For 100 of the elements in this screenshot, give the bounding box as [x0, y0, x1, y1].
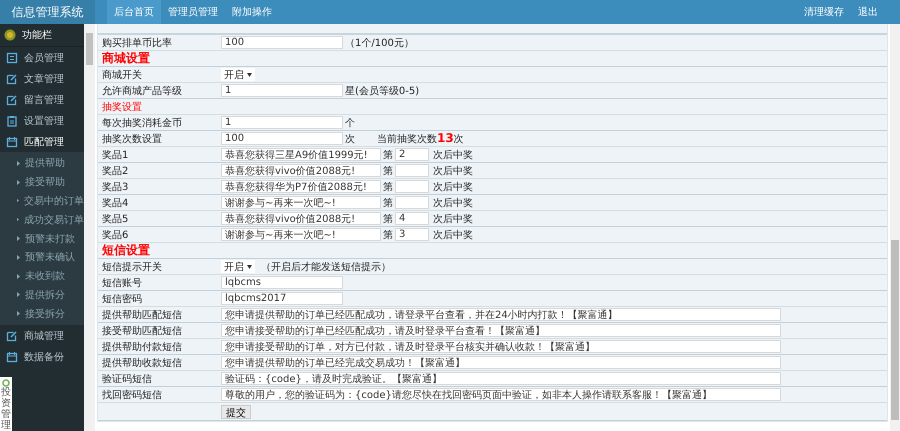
field-label: 提供帮助匹配短信	[102, 308, 183, 322]
avatar-icon	[4, 29, 16, 41]
edit-icon	[6, 330, 18, 342]
edit-icon	[6, 72, 18, 84]
field-label: 接受帮助匹配短信	[102, 324, 183, 338]
field-label: 提供帮助收款短信	[102, 356, 183, 370]
field-label: 奖品2	[102, 164, 130, 178]
field-hint: 次后中奖	[433, 164, 473, 178]
submenu-item[interactable]: 未收到款	[0, 266, 84, 286]
message-field[interactable]: 尊敬的用户，您的验证码为：{code}请您尽快在找回密码页面中验证，如非本人操作请联系客服！【聚富通】	[221, 388, 781, 401]
nav-tab[interactable]: 管理员管理	[161, 0, 225, 24]
field-label: 提供帮助付款短信	[102, 340, 183, 354]
caret-icon	[17, 311, 20, 316]
calendar-icon	[6, 350, 18, 363]
field-label: 商城开关	[102, 68, 143, 82]
message-field[interactable]: 您申请接受帮助的订单已经匹配成功，请及时登录平台查看！【聚富通】	[221, 324, 781, 337]
caret-icon	[17, 274, 20, 279]
ring-icon	[2, 379, 10, 387]
caret-icon	[247, 72, 252, 76]
input-field[interactable]: 恭喜您获得vivo价值2088元!	[221, 164, 381, 177]
sidebar-item[interactable]: 留言管理	[0, 89, 84, 110]
message-field[interactable]: 您申请接受帮助的订单，对方已付款，请及时登录平台核实并确认收款！【聚富通】	[221, 340, 781, 353]
field-label: 抽奖次数设置	[102, 132, 163, 146]
select-field[interactable]: 开启	[221, 68, 255, 81]
field-hint: 次后中奖	[433, 148, 473, 162]
input-field[interactable]: 恭喜您获得华为P7价值2088元!	[221, 180, 381, 193]
field-label: 短信账号	[102, 276, 143, 290]
submenu-item[interactable]: 接受帮助	[0, 172, 84, 192]
input-field[interactable]: 1	[221, 116, 343, 129]
caret-icon	[17, 198, 19, 204]
count-field[interactable]: 4	[395, 212, 429, 225]
input-field[interactable]: 100	[221, 36, 343, 49]
scrollbar-thumb[interactable]	[891, 240, 899, 420]
input-field[interactable]: 谢谢参与~再来一次吧~!	[221, 196, 381, 209]
caret-icon	[17, 236, 20, 242]
input-field[interactable]: lqbcms	[221, 276, 343, 289]
submenu-item[interactable]: 预警未打款	[0, 229, 84, 248]
input-field[interactable]: 谢谢参与~再来一次吧~!	[221, 228, 381, 241]
submit-button[interactable]: 提交	[221, 404, 251, 418]
input-field[interactable]: 恭喜您获得三星A9价值1999元!	[221, 148, 381, 161]
calendar-icon	[6, 136, 18, 148]
header-link[interactable]: 清理缓存	[804, 5, 844, 19]
field-hint: （1个/100元）	[345, 36, 414, 50]
sidebar-item[interactable]: 数据备份	[0, 346, 84, 368]
sidebar-item[interactable]: 匹配管理	[0, 131, 84, 152]
caret-icon	[247, 264, 252, 268]
field-label: 找回密码短信	[102, 388, 163, 402]
field-hint: 第	[383, 196, 393, 210]
count-field[interactable]: 2	[395, 148, 429, 161]
submenu-item[interactable]: 交易中的订单	[0, 192, 84, 210]
field-hint: （开启后才能发送短信提示）	[261, 260, 391, 274]
field-label: 奖品1	[102, 148, 130, 162]
submenu-item[interactable]: 提供拆分	[0, 286, 84, 304]
field-label: 购买排单币比率	[102, 36, 173, 50]
scrollbar-thumb[interactable]	[86, 33, 93, 65]
field-label: 短信提示开关	[102, 260, 163, 274]
submenu-item[interactable]: 提供帮助	[0, 154, 84, 173]
message-field[interactable]: 您申请提供帮助的订单已经完成交易成功！【聚富通】	[221, 356, 781, 369]
scrollbar[interactable]	[84, 24, 95, 431]
field-hint: 次后中奖	[433, 228, 473, 242]
submenu-item[interactable]: 成功交易订单	[0, 210, 84, 230]
caret-icon	[17, 292, 20, 298]
field-label: 奖品5	[102, 212, 130, 226]
message-field[interactable]: 您申请提供帮助的订单已经匹配成功，请登录平台查看，并在24小时内打款！【聚富通】	[221, 308, 781, 321]
field-label: 每次抽奖消耗金币	[102, 116, 183, 130]
edit-icon	[6, 94, 18, 106]
input-field[interactable]: 1	[221, 84, 343, 97]
message-field[interactable]: 验证码：{code}，请及时完成验证。【聚富通】	[221, 372, 781, 385]
submenu-item[interactable]: 接受拆分	[0, 304, 84, 324]
field-hint: 第	[383, 180, 393, 194]
submenu-item[interactable]: 预警未确认	[0, 248, 84, 267]
caret-icon	[17, 217, 19, 222]
field-hint: 第	[383, 212, 393, 226]
caret-icon	[17, 160, 20, 166]
count-field[interactable]	[395, 196, 429, 209]
sidebar-item[interactable]: 文章管理	[0, 68, 84, 89]
field-hint: 个	[345, 116, 355, 130]
count-field[interactable]	[395, 164, 429, 177]
field-label: 允许商城产品等级	[102, 84, 183, 98]
input-field[interactable]: 100	[221, 132, 343, 145]
section-title: 商城设置	[102, 50, 150, 67]
sidebar-item[interactable]: 设置管理	[0, 110, 84, 131]
field-hint: 次后中奖	[433, 212, 473, 226]
field-hint: 第	[383, 228, 393, 242]
nav-tab[interactable]: 附加操作	[225, 0, 279, 24]
count-field[interactable]	[395, 180, 429, 193]
input-field[interactable]: 恭喜您获得vivo价值2088元!	[221, 212, 381, 225]
section-title: 抽奖设置	[102, 100, 142, 114]
scrollbar[interactable]	[890, 24, 900, 431]
field-label: 奖品4	[102, 196, 130, 210]
header-link[interactable]: 退出	[858, 5, 878, 19]
select-field[interactable]: 开启	[221, 260, 255, 273]
sidebar-item[interactable]: 商城管理	[0, 325, 84, 346]
field-hint: 次	[345, 132, 355, 146]
sidebar-item[interactable]: 会员管理	[0, 47, 84, 68]
list-icon	[6, 52, 18, 64]
field-hint: 星(会员等级0-5)	[345, 84, 420, 98]
count-field[interactable]: 3	[395, 228, 429, 241]
field-hint: 次后中奖	[433, 196, 473, 210]
input-field[interactable]: lqbcms2017	[221, 292, 343, 305]
